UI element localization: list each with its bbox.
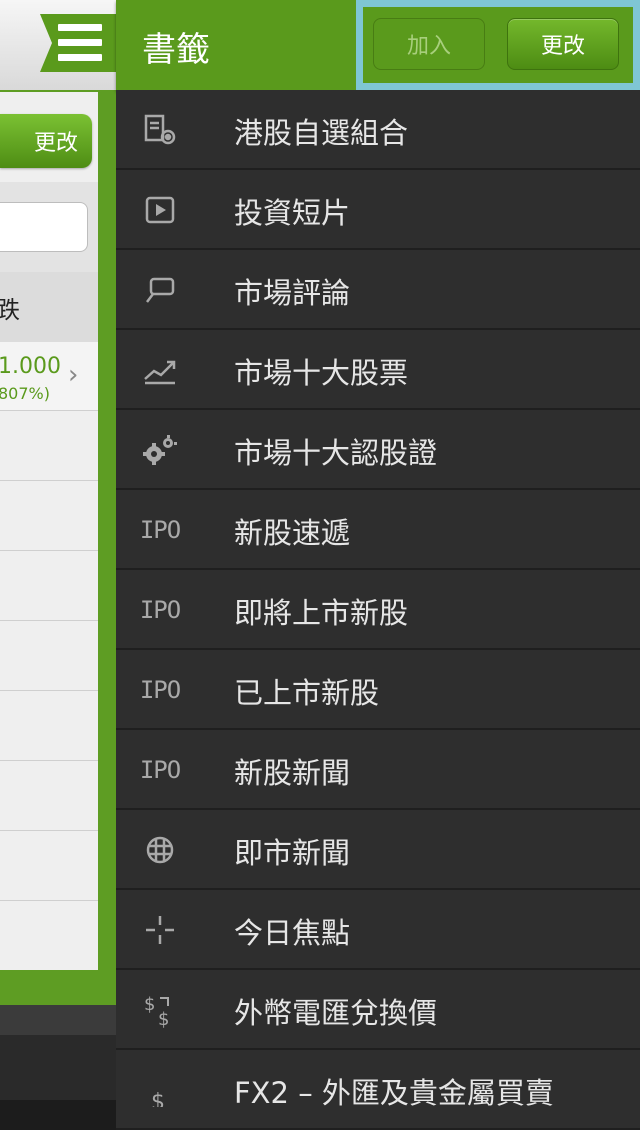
background-bottom-bar [0, 1005, 116, 1035]
hamburger-icon[interactable] [58, 24, 102, 62]
row-divider [0, 760, 98, 761]
portfolio-icon [142, 112, 178, 148]
chevron-right-icon[interactable]: › [68, 360, 78, 390]
menu-item-hk-stock-portfolio[interactable]: 港股自選組合 [116, 90, 640, 170]
menu-item-market-commentary[interactable]: 市場評論 [116, 250, 640, 330]
menu-item-label: 市場評論 [234, 276, 351, 310]
bookmark-menu: 港股自選組合 投資短片 市場評論 市場十大股票 市場十大認股證 IPO 新股速遞… [116, 90, 640, 1130]
currency-exchange-icon: $ $ [142, 992, 178, 1028]
video-icon [142, 192, 178, 228]
row-divider [0, 900, 98, 901]
bookmark-drawer: 書籤 加入 更改 港股自選組合 投資短片 市場評論 市場十大股票 市場十大認股證… [116, 0, 640, 1130]
ipo-icon: IPO [139, 516, 181, 544]
stock-change-percent: 807%) [0, 384, 50, 403]
svg-text:$: $ [151, 1090, 165, 1107]
edit-button[interactable]: 更改 [507, 18, 619, 70]
crosshair-icon [142, 912, 178, 948]
row-divider [0, 550, 98, 551]
row-divider [0, 620, 98, 621]
ipo-icon: IPO [139, 596, 181, 624]
menu-item-fx2-trading[interactable]: $ FX2 – 外匯及貴金屬買賣 [116, 1050, 640, 1130]
menu-item-top-ten-stocks[interactable]: 市場十大股票 [116, 330, 640, 410]
ipo-icon: IPO [139, 676, 181, 704]
ipo-icon: IPO [139, 756, 181, 784]
menu-item-upcoming-ipos[interactable]: IPO 即將上市新股 [116, 570, 640, 650]
menu-item-ipo-news[interactable]: IPO 新股新聞 [116, 730, 640, 810]
menu-item-listed-ipos[interactable]: IPO 已上市新股 [116, 650, 640, 730]
menu-item-label: 已上市新股 [234, 676, 380, 710]
menu-item-top-ten-warrants[interactable]: 市場十大認股證 [116, 410, 640, 490]
globe-icon [142, 832, 178, 868]
menu-item-label: 市場十大股票 [234, 356, 409, 390]
menu-item-label: 市場十大認股證 [234, 436, 438, 470]
add-button[interactable]: 加入 [373, 18, 485, 70]
drawer-header: 書籤 加入 更改 [116, 0, 640, 90]
menu-item-todays-focus[interactable]: 今日焦點 [116, 890, 640, 970]
dollar-icon: $ [142, 1072, 178, 1108]
menu-item-label: 港股自選組合 [234, 116, 409, 150]
menu-item-live-news[interactable]: 即市新聞 [116, 810, 640, 890]
menu-item-investment-videos[interactable]: 投資短片 [116, 170, 640, 250]
menu-item-label: 投資短片 [234, 196, 351, 230]
background-page: 更改 跌 1.000 807%) › [0, 0, 116, 1100]
search-input[interactable] [0, 202, 88, 252]
row-divider [0, 480, 98, 481]
row-divider [0, 690, 98, 691]
background-edit-button[interactable]: 更改 [0, 114, 92, 168]
menu-item-label: 新股速遞 [234, 516, 351, 550]
menu-item-label: 新股新聞 [234, 756, 351, 790]
menu-item-label: 今日焦點 [234, 916, 351, 950]
menu-item-fx-remittance-rates[interactable]: $ $ 外幣電匯兌換價 [116, 970, 640, 1050]
menu-item-label: 即將上市新股 [234, 596, 409, 630]
menu-item-label: 即市新聞 [234, 836, 351, 870]
svg-text:$: $ [144, 994, 155, 1015]
header-button-group: 加入 更改 [356, 0, 640, 90]
gears-icon [142, 432, 178, 468]
menu-item-label: FX2 – 外匯及貴金屬買賣 [234, 1076, 554, 1110]
trend-up-icon [142, 352, 178, 388]
column-header-change: 跌 [0, 296, 20, 324]
comment-icon [142, 272, 178, 308]
row-divider [0, 830, 98, 831]
svg-text:$: $ [158, 1009, 169, 1028]
menu-item-label: 外幣電匯兌換價 [234, 996, 438, 1030]
drawer-title: 書籤 [142, 30, 210, 70]
stock-price: 1.000 [0, 354, 61, 379]
menu-item-new-ipo-express[interactable]: IPO 新股速遞 [116, 490, 640, 570]
